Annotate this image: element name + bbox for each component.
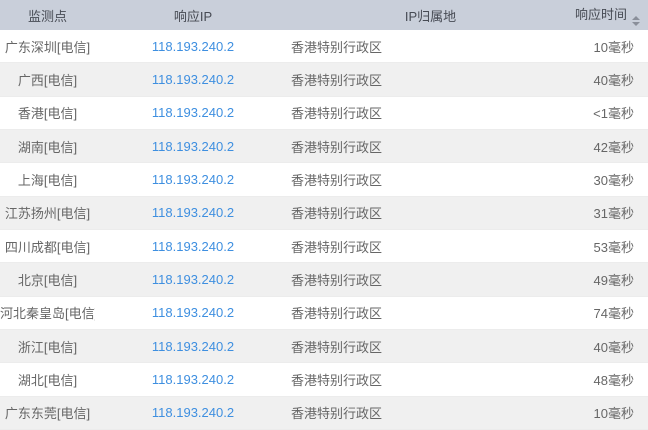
cell-time: 74毫秒	[570, 296, 648, 330]
cell-node: 江苏扬州[电信]	[0, 196, 95, 230]
sort-updown-icon[interactable]	[632, 16, 640, 26]
cell-location: 香港特别行政区	[291, 129, 570, 164]
sort-up-arrow-icon	[632, 16, 640, 20]
table-header-row: 监测点 响应IP IP归属地 响应时间	[0, 0, 648, 30]
table-row: 浙江[电信] 118.193.240.2 香港特别行政区 40毫秒	[0, 329, 648, 364]
col-header-ip: 响应IP	[95, 0, 291, 30]
cell-location: 香港特别行政区	[291, 396, 570, 430]
cell-ip[interactable]: 118.193.240.2	[95, 62, 291, 97]
cell-time: 10毫秒	[570, 30, 648, 64]
table-row: 上海[电信] 118.193.240.2 香港特别行政区 30毫秒	[0, 162, 648, 197]
cell-node: 浙江[电信]	[0, 329, 95, 364]
col-header-time[interactable]: 响应时间	[570, 0, 648, 30]
cell-ip[interactable]: 118.193.240.2	[95, 196, 291, 230]
table-row: 湖南[电信] 118.193.240.2 香港特别行政区 42毫秒	[0, 129, 648, 164]
cell-location: 香港特别行政区	[291, 30, 570, 64]
cell-node: 河北秦皇岛[电信]	[0, 296, 95, 330]
col-header-location: IP归属地	[291, 0, 570, 30]
cell-location: 香港特别行政区	[291, 329, 570, 364]
table-row: 湖北[电信] 118.193.240.2 香港特别行政区 48毫秒	[0, 362, 648, 397]
cell-ip[interactable]: 118.193.240.2	[95, 30, 291, 64]
table-row: 河北秦皇岛[电信] 118.193.240.2 香港特别行政区 74毫秒	[0, 296, 648, 330]
cell-node: 广东深圳[电信]	[0, 30, 95, 64]
cell-node: 湖南[电信]	[0, 129, 95, 164]
cell-time: <1毫秒	[570, 96, 648, 130]
table-row: 广东东莞[电信] 118.193.240.2 香港特别行政区 10毫秒	[0, 396, 648, 430]
table-body: 广东深圳[电信] 118.193.240.2 香港特别行政区 10毫秒 广西[电信] 11…	[0, 30, 648, 430]
col-header-time-label: 响应时间	[574, 7, 627, 22]
table-row: 北京[电信] 118.193.240.2 香港特别行政区 49毫秒	[0, 262, 648, 297]
cell-time: 31毫秒	[570, 196, 648, 230]
cell-time: 49毫秒	[570, 262, 648, 297]
ping-results-table: 监测点 响应IP IP归属地 响应时间 广东深圳[电信] 118.193.240.…	[0, 0, 648, 430]
cell-node: 北京[电信]	[0, 262, 95, 297]
table-row: 江苏扬州[电信] 118.193.240.2 香港特别行政区 31毫秒	[0, 196, 648, 230]
cell-time: 48毫秒	[570, 362, 648, 397]
sort-down-arrow-icon	[632, 22, 640, 26]
cell-time: 40毫秒	[570, 62, 648, 97]
cell-node: 香港[电信]	[0, 96, 95, 130]
cell-node: 广东东莞[电信]	[0, 396, 95, 430]
cell-ip[interactable]: 118.193.240.2	[95, 329, 291, 364]
cell-location: 香港特别行政区	[291, 162, 570, 197]
cell-ip[interactable]: 118.193.240.2	[95, 296, 291, 330]
cell-ip[interactable]: 118.193.240.2	[95, 229, 291, 264]
cell-time: 30毫秒	[570, 162, 648, 197]
cell-ip[interactable]: 118.193.240.2	[95, 396, 291, 430]
table-row: 四川成都[电信] 118.193.240.2 香港特别行政区 53毫秒	[0, 229, 648, 264]
cell-location: 香港特别行政区	[291, 229, 570, 264]
cell-ip[interactable]: 118.193.240.2	[95, 129, 291, 164]
cell-location: 香港特别行政区	[291, 262, 570, 297]
cell-time: 40毫秒	[570, 329, 648, 364]
cell-ip[interactable]: 118.193.240.2	[95, 262, 291, 297]
cell-location: 香港特别行政区	[291, 196, 570, 230]
table-row: 广西[电信] 118.193.240.2 香港特别行政区 40毫秒	[0, 62, 648, 97]
cell-node: 四川成都[电信]	[0, 229, 95, 264]
cell-location: 香港特别行政区	[291, 296, 570, 330]
cell-ip[interactable]: 118.193.240.2	[95, 362, 291, 397]
cell-node: 上海[电信]	[0, 162, 95, 197]
table-row: 香港[电信] 118.193.240.2 香港特别行政区 <1毫秒	[0, 96, 648, 130]
cell-location: 香港特别行政区	[291, 96, 570, 130]
cell-time: 10毫秒	[570, 396, 648, 430]
cell-time: 42毫秒	[570, 129, 648, 164]
cell-node: 湖北[电信]	[0, 362, 95, 397]
cell-ip[interactable]: 118.193.240.2	[95, 96, 291, 130]
col-header-node: 监测点	[0, 0, 95, 30]
cell-location: 香港特别行政区	[291, 62, 570, 97]
cell-time: 53毫秒	[570, 229, 648, 264]
table-row: 广东深圳[电信] 118.193.240.2 香港特别行政区 10毫秒	[0, 30, 648, 64]
cell-node: 广西[电信]	[0, 62, 95, 97]
cell-ip[interactable]: 118.193.240.2	[95, 162, 291, 197]
cell-location: 香港特别行政区	[291, 362, 570, 397]
